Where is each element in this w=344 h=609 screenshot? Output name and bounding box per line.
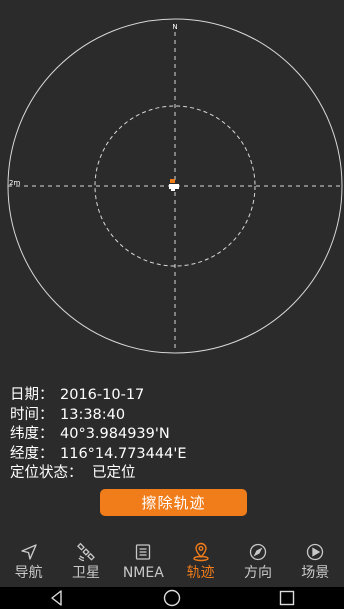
tab-label: 轨迹 [186, 565, 215, 581]
tab-scene[interactable]: 场景 [287, 537, 344, 585]
tab-label: 方向 [243, 565, 272, 581]
back-icon[interactable] [48, 589, 66, 607]
track-points [169, 179, 179, 191]
longitude-value: 116°14.773444'E [60, 445, 187, 462]
tab-label: NMEA [122, 565, 164, 581]
tab-nmea[interactable]: NMEA [115, 537, 172, 585]
scale-label: 2m [9, 179, 20, 187]
navigation-arrow-icon [20, 544, 37, 560]
bottom-tab-bar: 导航 卫星 NMEA 轨迹 方向 场景 [0, 537, 344, 585]
latitude-value: 40°3.984939'N [60, 426, 170, 442]
document-icon [136, 544, 151, 560]
tab-label: 卫星 [71, 565, 100, 581]
track-point-tail [171, 188, 175, 191]
play-circle-icon [307, 543, 324, 561]
date-row: 日期： 2016-10-17 [10, 386, 187, 406]
latitude-row: 纬度： 40°3.984939'N [10, 425, 187, 445]
tab-track[interactable]: 轨迹 [172, 537, 229, 585]
time-row: 时间： 13:38:40 [10, 406, 187, 426]
latitude-label: 纬度： [10, 426, 54, 442]
tab-direction[interactable]: 方向 [229, 537, 286, 585]
tab-navigation[interactable]: 导航 [0, 537, 57, 585]
tab-satellite[interactable]: 卫星 [57, 537, 114, 585]
track-radar: N 2m [7, 18, 343, 354]
time-value: 13:38:40 [60, 406, 126, 423]
time-label: 时间： [10, 406, 54, 423]
compass-icon [249, 543, 267, 561]
north-label: N [172, 23, 177, 31]
fix-status-value: 已定位 [92, 465, 136, 481]
home-icon[interactable] [163, 589, 181, 607]
clear-track-button[interactable]: 擦除轨迹 [100, 489, 247, 516]
date-label: 日期： [10, 387, 54, 403]
recents-icon[interactable] [278, 589, 296, 607]
tab-label: 导航 [14, 565, 43, 581]
longitude-label: 经度： [10, 445, 54, 462]
location-pin-icon [192, 542, 209, 562]
position-info-panel: 日期： 2016-10-17 时间： 13:38:40 纬度： 40°3.984939… [10, 386, 187, 484]
longitude-row: 经度： 116°14.773444'E [10, 445, 187, 465]
date-value: 2016-10-17 [60, 387, 145, 403]
system-navigation-bar [0, 587, 344, 609]
track-point-latest [170, 179, 175, 183]
tab-label: 场景 [301, 565, 330, 581]
fix-status-row: 定位状态： 已定位 [10, 464, 187, 484]
fix-status-label: 定位状态： [10, 465, 83, 481]
satellite-icon [77, 542, 95, 562]
